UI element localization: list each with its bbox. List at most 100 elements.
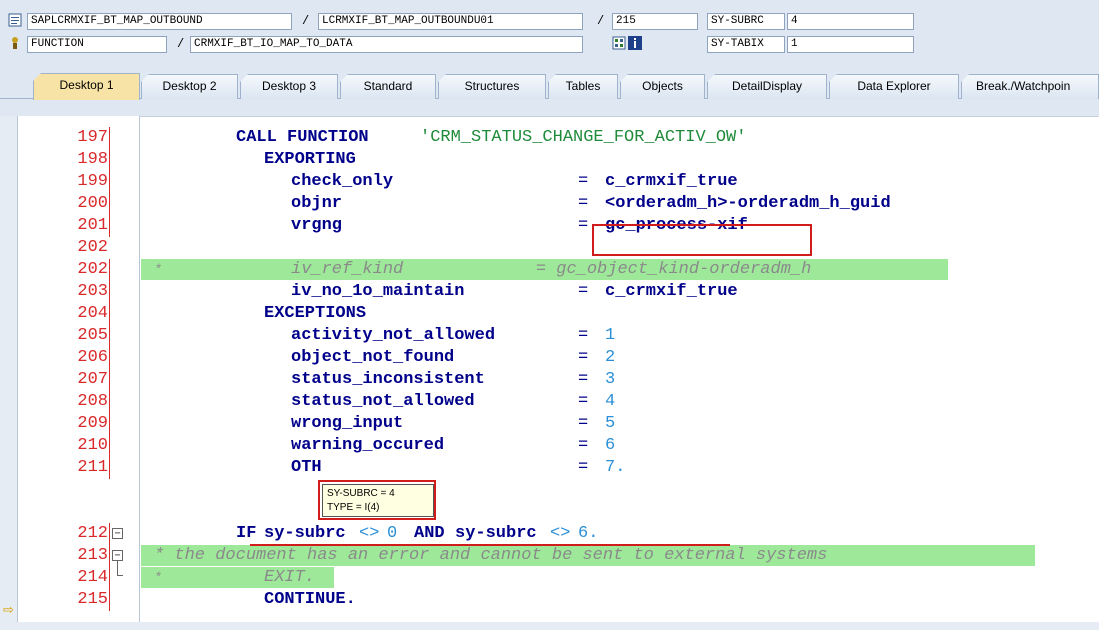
fold-line bbox=[117, 575, 123, 576]
var1-value-field[interactable]: 4 bbox=[787, 13, 914, 30]
equals-sign: = bbox=[578, 436, 589, 455]
line-number-bar bbox=[109, 347, 110, 369]
line-number: 212 bbox=[77, 524, 108, 543]
line-number: 209 bbox=[77, 414, 108, 433]
tab-desktop-2[interactable]: Desktop 2 bbox=[141, 74, 238, 99]
current-line-arrow-icon: ⇨ bbox=[3, 602, 14, 617]
code-line-current[interactable]: 215 CONTINUE. bbox=[0, 589, 1099, 611]
line-number-bar bbox=[109, 457, 110, 479]
equals-sign: = bbox=[578, 392, 589, 411]
line-field[interactable]: 215 bbox=[612, 13, 698, 30]
tab-detail-display[interactable]: DetailDisplay bbox=[707, 74, 827, 99]
equals-sign: = bbox=[578, 282, 589, 301]
structure-icon[interactable] bbox=[612, 36, 626, 50]
separator: / bbox=[597, 14, 605, 28]
continue-keyword: CONTINUE. bbox=[264, 590, 356, 609]
line-number: 198 bbox=[77, 150, 108, 169]
code-line[interactable]: 199 check_only = c_crmxif_true bbox=[0, 171, 1099, 193]
highlight-underline-if bbox=[250, 544, 730, 546]
tab-desktop-3[interactable]: Desktop 3 bbox=[240, 74, 338, 99]
sy-subrc-variable: sy-subrc bbox=[264, 524, 346, 543]
line-number: 202 bbox=[77, 238, 108, 257]
line-number-bar bbox=[109, 523, 110, 545]
comment-star: * bbox=[154, 570, 162, 585]
event-type-field[interactable]: FUNCTION bbox=[27, 36, 167, 53]
code-line[interactable]: 210 warning_occured = 6 bbox=[0, 435, 1099, 457]
equals-sign: = bbox=[578, 194, 589, 213]
commented-code: iv_ref_kind = gc_object_kind-orderadm_h bbox=[291, 260, 812, 279]
tab-break-watchpoints[interactable]: Break./Watchpoin bbox=[961, 74, 1099, 99]
tab-objects[interactable]: Objects bbox=[620, 74, 705, 99]
code-line[interactable]: 208 status_not_allowed = 4 bbox=[0, 391, 1099, 413]
exception-name: OTH bbox=[291, 458, 322, 477]
code-line[interactable]: 203 iv_no_1o_maintain = c_crmxif_true bbox=[0, 281, 1099, 303]
equals-sign: = bbox=[578, 172, 589, 191]
tab-structures[interactable]: Structures bbox=[438, 74, 546, 99]
exception-code: 7. bbox=[605, 458, 626, 477]
line-number-bar bbox=[109, 193, 110, 215]
line-number: 199 bbox=[77, 172, 108, 191]
tab-data-explorer[interactable]: Data Explorer bbox=[829, 74, 959, 99]
code-line[interactable]: 211 OTH = 7. bbox=[0, 457, 1099, 479]
line-number-bar bbox=[109, 567, 110, 589]
line-number: 201 bbox=[77, 216, 108, 235]
code-line-commented[interactable]: 202 * iv_ref_kind = gc_object_kind-order… bbox=[0, 259, 1099, 281]
line-number-bar bbox=[109, 127, 110, 149]
line-number: 207 bbox=[77, 370, 108, 389]
program-icon bbox=[8, 13, 22, 27]
code-line[interactable]: 198 EXPORTING bbox=[0, 149, 1099, 171]
line-number-bar bbox=[109, 281, 110, 303]
event-name-field[interactable]: CRMXIF_BT_IO_MAP_TO_DATA bbox=[190, 36, 583, 53]
operator: <> bbox=[359, 524, 380, 543]
fold-toggle[interactable]: − bbox=[112, 528, 123, 539]
tab-desktop-1[interactable]: Desktop 1 bbox=[33, 73, 140, 100]
line-number: 203 bbox=[77, 282, 108, 301]
exception-name: status_inconsistent bbox=[291, 370, 485, 389]
include-field[interactable]: LCRMXIF_BT_MAP_OUTBOUNDU01 bbox=[318, 13, 583, 30]
var1-name-field[interactable]: SY-SUBRC bbox=[707, 13, 785, 30]
line-number: 204 bbox=[77, 304, 108, 323]
status-strip bbox=[0, 622, 1099, 630]
code-line[interactable]: 197 CALL FUNCTION 'CRM_STATUS_CHANGE_FOR… bbox=[0, 127, 1099, 149]
line-number: 206 bbox=[77, 348, 108, 367]
tab-tables[interactable]: Tables bbox=[548, 74, 618, 99]
line-number-bar bbox=[109, 413, 110, 435]
program-field[interactable]: SAPLCRMXIF_BT_MAP_OUTBOUND bbox=[27, 13, 292, 30]
code-line[interactable]: 212 IF sy-subrc <> 0 AND sy-subrc <> 6. bbox=[0, 523, 1099, 545]
exception-name: activity_not_allowed bbox=[291, 326, 496, 345]
param-name: vrgng bbox=[291, 216, 343, 235]
separator: / bbox=[177, 37, 185, 51]
fold-toggle[interactable]: − bbox=[112, 550, 123, 561]
code-line[interactable]: 204 EXCEPTIONS bbox=[0, 303, 1099, 325]
line-number: 214 bbox=[77, 568, 108, 587]
code-line[interactable]: 201 vrgng = gc_process-xif bbox=[0, 215, 1099, 237]
exception-code: 1 bbox=[605, 326, 616, 345]
highlight-box-process-xif bbox=[592, 224, 812, 256]
line-number: 211 bbox=[77, 458, 108, 477]
line-number-bar bbox=[109, 391, 110, 413]
code-line[interactable]: 200 objnr = <orderadm_h>-orderadm_h_guid bbox=[0, 193, 1099, 215]
number-literal: 6. bbox=[578, 524, 599, 543]
line-number-bar bbox=[109, 259, 110, 281]
code-line[interactable]: 206 object_not_found = 2 bbox=[0, 347, 1099, 369]
code-line-commented[interactable]: 213 * the document has an error and cann… bbox=[0, 545, 1099, 567]
exception-code: 2 bbox=[605, 348, 616, 367]
code-line[interactable]: 207 status_inconsistent = 3 bbox=[0, 369, 1099, 391]
code-line-commented[interactable]: 214 * EXIT. bbox=[0, 567, 1099, 589]
equals-sign: = bbox=[578, 348, 589, 367]
tab-standard[interactable]: Standard bbox=[340, 74, 436, 99]
param-value: c_crmxif_true bbox=[605, 282, 738, 301]
line-number: 202 bbox=[77, 260, 108, 279]
line-number-bar bbox=[109, 149, 110, 171]
var2-name-field[interactable]: SY-TABIX bbox=[707, 36, 785, 53]
sy-subrc-variable: sy-subrc bbox=[455, 524, 537, 543]
equals-sign: = bbox=[578, 414, 589, 433]
line-number-bar bbox=[109, 435, 110, 457]
code-line[interactable]: 209 wrong_input = 5 bbox=[0, 413, 1099, 435]
exporting-keyword: EXPORTING bbox=[264, 150, 356, 169]
info-icon[interactable] bbox=[628, 36, 642, 50]
var2-value-field[interactable]: 1 bbox=[787, 36, 914, 53]
code-line[interactable]: 205 activity_not_allowed = 1 bbox=[0, 325, 1099, 347]
exception-code: 6 bbox=[605, 436, 616, 455]
call-function-keyword: CALL FUNCTION bbox=[236, 128, 369, 147]
